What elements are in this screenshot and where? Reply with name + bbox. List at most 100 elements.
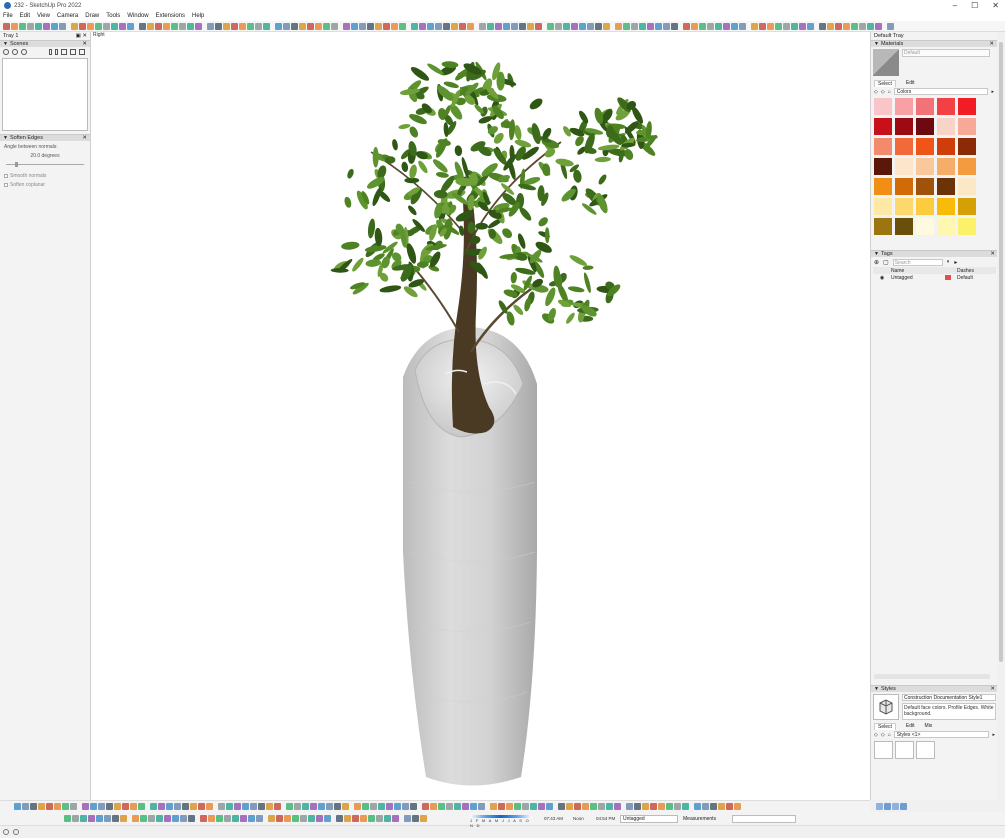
style-description[interactable]: Default face colors. Profile Edges. Whit… [902,703,996,720]
add-folder-icon[interactable]: ▢ [883,259,889,266]
tool-icon[interactable] [707,22,714,30]
tool-icon[interactable] [454,803,461,810]
tool-icon[interactable] [182,803,189,810]
tool-icon[interactable] [43,22,50,30]
tool-icon[interactable] [522,803,529,810]
tool-icon[interactable] [506,803,513,810]
color-swatch[interactable] [895,98,913,115]
color-swatch[interactable] [937,158,955,175]
color-swatch[interactable] [958,138,976,155]
tool-icon[interactable] [291,22,298,30]
tray-scrollbar[interactable] [997,32,1005,800]
tool-icon[interactable] [571,22,578,30]
tool-icon[interactable] [130,803,137,810]
details-icon[interactable]: ▸ [992,732,995,738]
tab-edit[interactable]: Edit [906,80,915,86]
tool-icon[interactable] [851,22,858,30]
tool-icon[interactable] [331,22,338,30]
tool-icon[interactable] [603,22,610,30]
shadow-date-slider[interactable]: J F M A M J J A S O N D [470,815,532,828]
tool-icon[interactable] [875,22,882,30]
tool-icon[interactable] [718,803,725,810]
tool-icon[interactable] [132,815,139,822]
tool-icon[interactable] [639,22,646,30]
tool-icon[interactable] [119,22,126,30]
maximize-button[interactable]: ☐ [971,1,978,10]
tool-icon[interactable] [478,803,485,810]
tool-icon[interactable] [342,803,349,810]
slider-thumb[interactable] [14,162,18,167]
tool-icon[interactable] [276,815,283,822]
tool-icon[interactable] [751,22,758,30]
tool-icon[interactable] [30,803,37,810]
tool-icon[interactable] [188,815,195,822]
tool-icon[interactable] [96,815,103,822]
tool-icon[interactable] [166,803,173,810]
color-swatch[interactable] [916,138,934,155]
checkbox-box[interactable] [4,183,8,187]
tool-icon[interactable] [412,815,419,822]
tool-icon[interactable] [555,22,562,30]
tool-icon[interactable] [631,22,638,30]
tool-icon[interactable] [691,22,698,30]
tool-icon[interactable] [35,22,42,30]
tool-icon[interactable] [783,22,790,30]
move-scene-up-icon[interactable] [49,48,52,55]
details-icon[interactable]: ▸ [991,89,994,95]
tool-icon[interactable] [70,803,77,810]
tool-icon[interactable] [702,803,709,810]
tool-icon[interactable] [859,22,866,30]
tool-icon[interactable] [38,803,45,810]
measurements-input[interactable] [732,815,796,823]
close-button[interactable]: ✕ [992,1,999,10]
tool-icon[interactable] [422,803,429,810]
tool-icon[interactable] [595,22,602,30]
color-swatch[interactable] [916,178,934,195]
color-swatch[interactable] [958,118,976,135]
tool-icon[interactable] [164,815,171,822]
menu-camera[interactable]: Camera [57,13,78,19]
tool-icon[interactable] [64,815,71,822]
tool-icon[interactable] [354,803,361,810]
tool-icon[interactable] [200,815,207,822]
tool-icon[interactable] [206,803,213,810]
tool-icon[interactable] [120,815,127,822]
tool-icon[interactable] [336,815,343,822]
color-swatch[interactable] [874,118,892,135]
tool-icon[interactable] [446,803,453,810]
tool-icon[interactable] [362,803,369,810]
tool-icon[interactable] [3,22,10,30]
tool-icon[interactable] [208,815,215,822]
tool-icon[interactable] [370,803,377,810]
color-swatch[interactable] [895,138,913,155]
tool-icon[interactable] [650,803,657,810]
tool-icon[interactable] [634,803,641,810]
tool-icon[interactable] [360,815,367,822]
tool-icon[interactable] [158,803,165,810]
tool-icon[interactable] [250,803,257,810]
tool-icon[interactable] [172,815,179,822]
scene-thumbnail-icon[interactable] [79,48,85,55]
tool-icon[interactable] [394,803,401,810]
tool-icon[interactable] [614,803,621,810]
color-swatch[interactable] [874,218,892,235]
tool-icon[interactable] [247,22,254,30]
tool-icon[interactable] [19,22,26,30]
tool-icon[interactable] [694,803,701,810]
tool-icon[interactable] [867,22,874,30]
soften-edges-panel-header[interactable]: ▼ Soften Edges ✕ [0,134,90,141]
tool-icon[interactable] [72,815,79,822]
tool-icon[interactable] [258,803,265,810]
tool-icon[interactable] [655,22,662,30]
color-swatch[interactable] [916,158,934,175]
tool-icon[interactable] [88,815,95,822]
color-swatch[interactable] [916,118,934,135]
tool-icon[interactable] [615,22,622,30]
smooth-normals-checkbox[interactable]: Smooth normals [4,173,86,179]
tool-icon[interactable] [402,803,409,810]
tool-icon[interactable] [316,815,323,822]
color-swatch[interactable] [895,198,913,215]
color-swatch[interactable] [895,158,913,175]
tool-icon[interactable] [459,22,466,30]
styles-library-select[interactable]: Styles <1> [893,731,990,738]
